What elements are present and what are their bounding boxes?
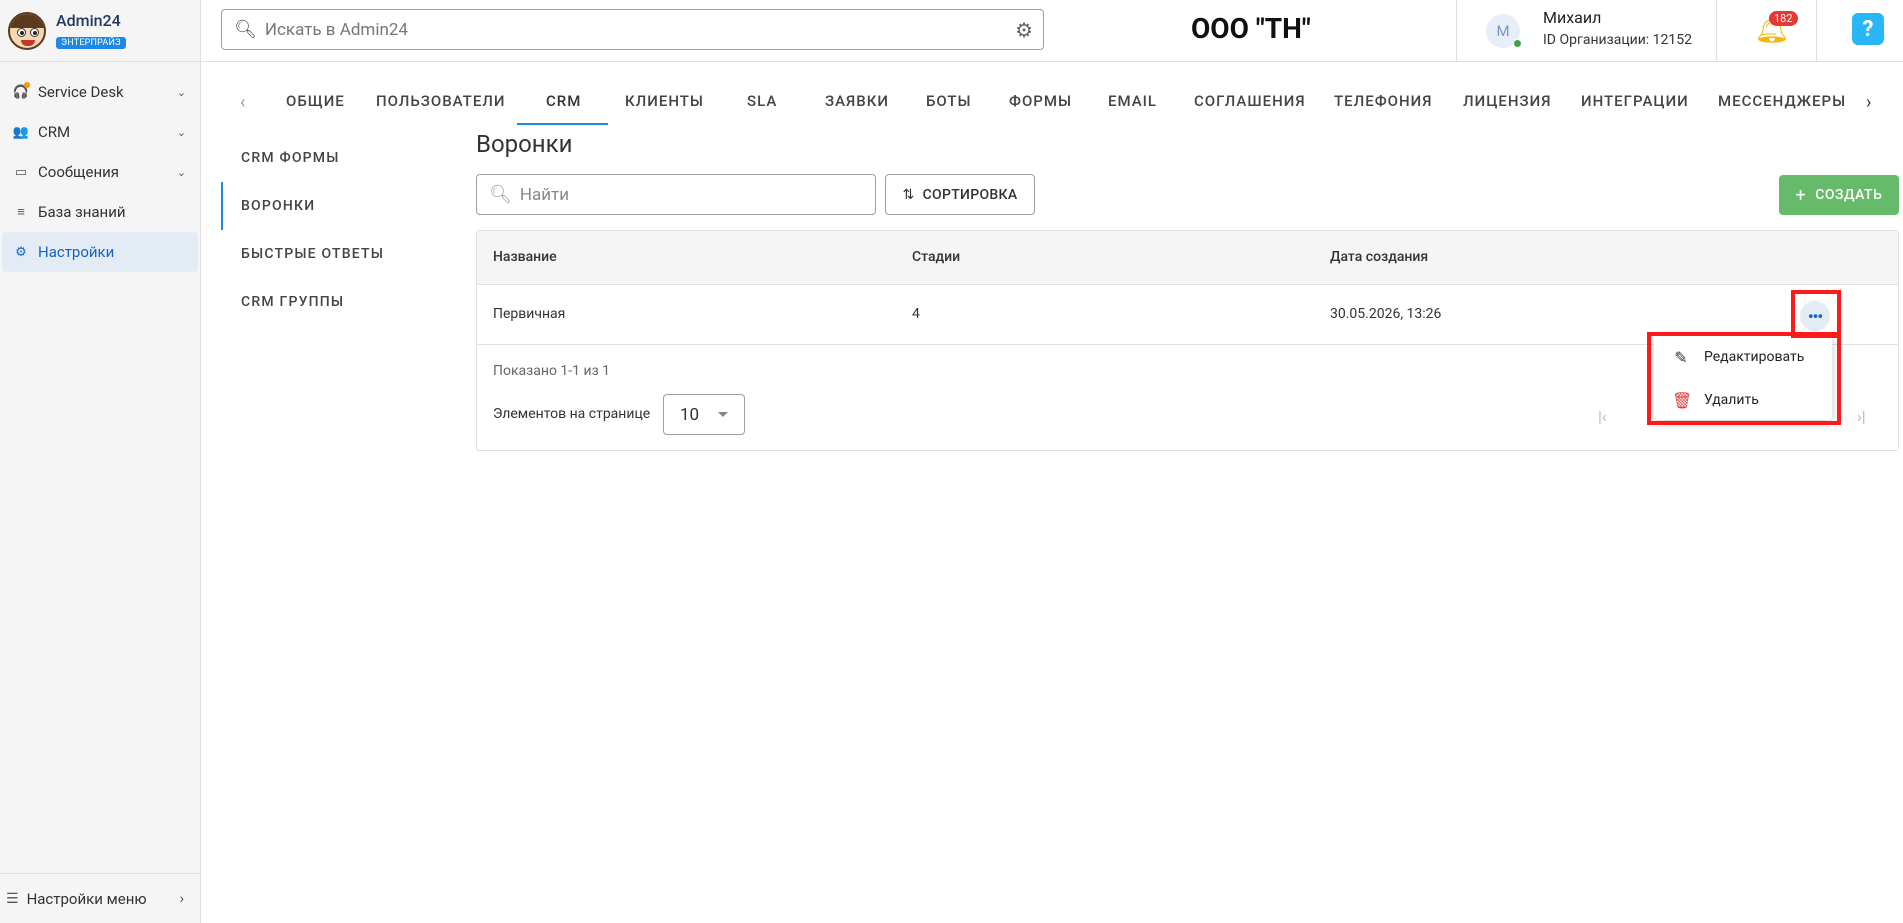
tab-integrations[interactable]: ИНТЕГРАЦИИ (1581, 92, 1689, 110)
tab-clients[interactable]: КЛИЕНТЫ (625, 92, 704, 110)
caret-down-icon (718, 412, 728, 417)
tab-forms[interactable]: ФОРМЫ (1009, 92, 1072, 110)
page-title: Воронки (476, 130, 573, 158)
organization-id: ID Организации: 12152 (1543, 32, 1692, 48)
brand-name: Admin24 (56, 11, 121, 30)
sidebar-item-label: Service Desk (38, 83, 124, 101)
sort-icon: ⇅ (902, 186, 915, 203)
global-search[interactable]: 🔍︎ ⚙ (221, 9, 1044, 50)
tab-crm[interactable]: CRM (546, 92, 581, 110)
column-header-name[interactable]: Название (493, 249, 557, 265)
last-page-icon[interactable]: ›| (1857, 407, 1866, 426)
settings-tabs: ‹ ОБЩИЕ ПОЛЬЗОВАТЕЛИ CRM КЛИЕНТЫ SLA ЗАЯ… (230, 80, 1890, 126)
chevron-down-icon: ⌄ (176, 165, 186, 179)
crm-subnav: CRM ФОРМЫ ВОРОНКИ БЫСТРЫЕ ОТВЕТЫ CRM ГРУ… (221, 134, 451, 326)
menu-settings-label: Настройки меню (26, 889, 147, 908)
chat-icon: ▭ (14, 164, 28, 180)
sidebar-item-service-desk[interactable]: 🎧 Service Desk ⌄ (2, 72, 198, 112)
chevron-down-icon: ⌄ (176, 85, 186, 99)
plan-badge: ЭНТЕРПРАЙЗ (56, 37, 126, 49)
per-page-select[interactable]: 10 (663, 394, 745, 435)
menu-settings-button[interactable]: ☰ Настройки меню › (0, 873, 200, 923)
tab-messengers[interactable]: МЕССЕНДЖЕРЫ (1718, 92, 1846, 110)
tab-sla[interactable]: SLA (747, 92, 777, 110)
help-button[interactable]: ? (1852, 13, 1884, 45)
tab-users[interactable]: ПОЛЬЗОВАТЕЛИ (376, 92, 506, 110)
first-page-icon[interactable]: |‹ (1598, 407, 1607, 426)
search-settings-gear-icon[interactable]: ⚙ (1015, 18, 1033, 42)
brand[interactable]: Admin24 ЭНТЕРПРАЙЗ (0, 0, 200, 62)
sidebar-nav: 🎧 Service Desk ⌄ 👥 CRM ⌄ ▭ Сообщения ⌄ ≡… (0, 72, 200, 272)
organization-title: ООО "ТН" (1191, 12, 1311, 45)
per-page-value: 10 (680, 404, 700, 425)
tab-agreements[interactable]: СОГЛАШЕНИЯ (1194, 92, 1306, 110)
sidebar-item-knowledge-base[interactable]: ≡ База знаний (2, 192, 198, 232)
sidebar-item-label: Сообщения (38, 163, 120, 181)
row-actions-menu: ✎ Редактировать 🗑︎ Удалить (1654, 334, 1832, 420)
table-header: Название Стадии Дата создания (477, 231, 1898, 285)
menu-item-edit[interactable]: ✎ Редактировать (1654, 337, 1832, 377)
online-status-dot (1513, 39, 1522, 48)
row-more-actions-button[interactable]: ••• (1800, 301, 1830, 331)
pagination-summary: Показано 1-1 из 1 (493, 363, 611, 379)
sidebar-item-settings[interactable]: ⚙ Настройки (2, 232, 198, 272)
search-icon: 🔍︎ (489, 184, 512, 205)
database-icon: ≡ (17, 205, 25, 220)
people-icon: 👥 (12, 124, 30, 140)
funnel-search[interactable]: 🔍︎ (476, 174, 876, 215)
subnav-funnels[interactable]: ВОРОНКИ (221, 182, 451, 230)
tab-telephony[interactable]: ТЕЛЕФОНИЯ (1334, 92, 1432, 110)
search-icon: 🔍︎ (234, 19, 257, 40)
list-icon: ☰ (6, 890, 19, 907)
notifications-count-badge: 182 (1769, 11, 1798, 26)
sidebar-item-label: Настройки (38, 243, 115, 261)
brand-logo (8, 11, 46, 50)
cell-created: 30.05.2026, 13:26 (1330, 306, 1442, 322)
sidebar-item-crm[interactable]: 👥 CRM ⌄ (2, 112, 198, 152)
sidebar-item-label: База знаний (38, 203, 126, 221)
cell-name: Первичная (493, 306, 566, 322)
plus-icon: + (1795, 184, 1807, 206)
pencil-icon: ✎ (1674, 347, 1688, 367)
chevron-right-icon: › (179, 890, 184, 907)
tabs-scroll-right-icon[interactable]: › (1866, 92, 1871, 113)
user-name[interactable]: Михаил (1543, 8, 1601, 27)
tab-bots[interactable]: БОТЫ (926, 92, 972, 110)
subnav-quick-replies[interactable]: БЫСТРЫЕ ОТВЕТЫ (221, 230, 451, 278)
tab-license[interactable]: ЛИЦЕНЗИЯ (1463, 92, 1551, 110)
tabs-scroll-left-icon[interactable]: ‹ (240, 92, 245, 113)
column-header-stages[interactable]: Стадии (912, 249, 960, 265)
gear-icon: ⚙ (15, 244, 27, 260)
subnav-crm-groups[interactable]: CRM ГРУППЫ (221, 278, 451, 326)
create-button-label: СОЗДАТЬ (1815, 187, 1883, 203)
top-header: 🔍︎ ⚙ ООО "ТН" М Михаил ID Организации: 1… (201, 0, 1903, 62)
menu-item-delete[interactable]: 🗑︎ Удалить (1654, 380, 1832, 420)
tab-requests[interactable]: ЗАЯВКИ (825, 92, 889, 110)
sort-button-label: СОРТИРОВКА (922, 186, 1018, 203)
menu-item-edit-label: Редактировать (1704, 349, 1805, 365)
menu-item-delete-label: Удалить (1704, 392, 1759, 408)
tab-general[interactable]: ОБЩИЕ (286, 92, 345, 110)
cell-stages: 4 (912, 306, 920, 322)
sidebar-item-messages[interactable]: ▭ Сообщения ⌄ (2, 152, 198, 192)
trash-icon: 🗑︎ (1672, 390, 1693, 410)
active-tab-indicator (517, 123, 608, 125)
global-search-input[interactable] (264, 19, 1005, 40)
create-button[interactable]: + СОЗДАТЬ (1779, 175, 1899, 215)
sidebar-item-label: CRM (38, 123, 71, 141)
subnav-crm-forms[interactable]: CRM ФОРМЫ (221, 134, 451, 182)
notification-dot (24, 82, 30, 88)
sidebar: Admin24 ЭНТЕРПРАЙЗ 🎧 Service Desk ⌄ 👥 CR… (0, 0, 201, 923)
per-page-label: Элементов на странице (493, 406, 651, 422)
tab-email[interactable]: EMAIL (1108, 92, 1157, 110)
column-header-created[interactable]: Дата создания (1330, 249, 1428, 265)
sort-button[interactable]: ⇅ СОРТИРОВКА (885, 174, 1035, 215)
chevron-down-icon: ⌄ (176, 125, 186, 139)
funnel-search-input[interactable] (519, 184, 860, 205)
